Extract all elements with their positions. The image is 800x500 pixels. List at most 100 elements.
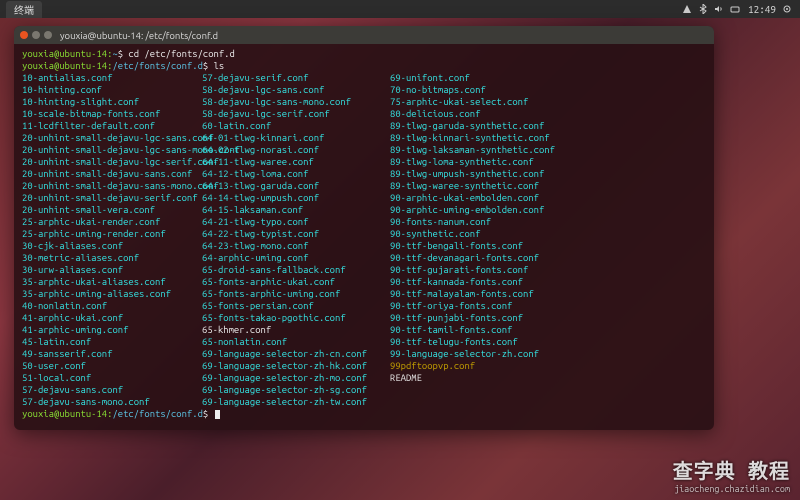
file-entry: 41-arphic-uming.conf <box>22 324 202 336</box>
file-entry: 90-ttf-tamil-fonts.conf <box>390 324 706 336</box>
file-entry: 30-metric-aliases.conf <box>22 252 202 264</box>
file-entry: 90-arphic-ukai-embolden.conf <box>390 192 706 204</box>
watermark-brand: 查字典 教程 <box>673 455 790 484</box>
file-entry: 90-ttf-telugu-fonts.conf <box>390 336 706 348</box>
file-entry: 65-nonlatin.conf <box>202 336 390 348</box>
file-entry: 50-user.conf <box>22 360 202 372</box>
terminal-window: youxia@ubuntu-14: /etc/fonts/conf.d youx… <box>14 26 714 430</box>
file-entry: 65-fonts-arphic-ukai.conf <box>202 276 390 288</box>
file-entry: 89-tlwg-umpush-synthetic.conf <box>390 168 706 180</box>
file-entry: 75-arphic-ukai-select.conf <box>390 96 706 108</box>
file-entry: 58-dejavu-lgc-sans-mono.conf <box>202 96 390 108</box>
file-entry: 10-antialias.conf <box>22 72 202 84</box>
file-entry: 49-sansserif.conf <box>22 348 202 360</box>
file-entry: 64-12-tlwg-loma.conf <box>202 168 390 180</box>
window-title: youxia@ubuntu-14: /etc/fonts/conf.d <box>60 30 218 41</box>
terminal-body[interactable]: youxia@ubuntu-14:~$ cd /etc/fonts/conf.d… <box>14 44 714 430</box>
file-entry: 25-arphic-uming-render.conf <box>22 228 202 240</box>
file-entry: 25-arphic-ukai-render.conf <box>22 216 202 228</box>
gear-icon[interactable] <box>782 4 792 14</box>
prompt-user: youxia@ubuntu-14 <box>22 408 107 419</box>
file-entry: 89-tlwg-garuda-synthetic.conf <box>390 120 706 132</box>
file-entry: 20-unhint-small-dejavu-serif.conf <box>22 192 202 204</box>
file-entry: 64-22-tlwg-typist.conf <box>202 228 390 240</box>
file-entry: 64-02-tlwg-norasi.conf <box>202 144 390 156</box>
file-entry: 10-scale-bitmap-fonts.conf <box>22 108 202 120</box>
file-entry: 90-ttf-kannada-fonts.conf <box>390 276 706 288</box>
file-entry: 64-11-tlwg-waree.conf <box>202 156 390 168</box>
file-entry: 58-dejavu-lgc-sans.conf <box>202 84 390 96</box>
terminal-line: youxia@ubuntu-14:/etc/fonts/conf.d$ <box>22 408 706 420</box>
file-entry: 20-unhint-small-dejavu-sans.conf <box>22 168 202 180</box>
file-entry: 80-delicious.conf <box>390 108 706 120</box>
file-entry: 65-fonts-arphic-uming.conf <box>202 288 390 300</box>
clock[interactable]: 12:49 <box>748 4 776 15</box>
cursor-icon <box>215 410 220 419</box>
file-entry: 35-arphic-ukai-aliases.conf <box>22 276 202 288</box>
file-entry: 69-language-selector-zh-hk.conf <box>202 360 390 372</box>
volume-icon[interactable] <box>714 4 724 14</box>
file-entry: 64-arphic-uming.conf <box>202 252 390 264</box>
file-entry: 20-unhint-small-dejavu-lgc-sans.conf <box>22 132 202 144</box>
file-entry: 40-nonlatin.conf <box>22 300 202 312</box>
file-entry: 41-arphic-ukai.conf <box>22 312 202 324</box>
prompt-user: youxia@ubuntu-14 <box>22 60 107 71</box>
file-entry: 64-21-tlwg-typo.conf <box>202 216 390 228</box>
file-entry: 64-14-tlwg-umpush.conf <box>202 192 390 204</box>
file-entry: 30-urw-aliases.conf <box>22 264 202 276</box>
file-entry: 69-language-selector-zh-sg.conf <box>202 384 390 396</box>
file-entry: 89-tlwg-kinnari-synthetic.conf <box>390 132 706 144</box>
keyboard-icon[interactable] <box>730 4 740 14</box>
file-entry: 65-droid-sans-fallback.conf <box>202 264 390 276</box>
file-entry: 89-tlwg-laksaman-synthetic.conf <box>390 144 706 156</box>
file-entry: 89-tlwg-loma-synthetic.conf <box>390 156 706 168</box>
file-entry: 64-13-tlwg-garuda.conf <box>202 180 390 192</box>
file-entry: 65-fonts-persian.conf <box>202 300 390 312</box>
network-icon[interactable] <box>682 4 692 14</box>
window-titlebar[interactable]: youxia@ubuntu-14: /etc/fonts/conf.d <box>14 26 714 44</box>
file-entry: 20-unhint-small-dejavu-lgc-serif.conf <box>22 156 202 168</box>
os-topbar: 终端 12:49 <box>0 0 800 18</box>
file-entry: 69-language-selector-zh-cn.conf <box>202 348 390 360</box>
file-entry: 57-dejavu-sans-mono.conf <box>22 396 202 408</box>
file-entry: 65-fonts-takao-pgothic.conf <box>202 312 390 324</box>
file-entry: 58-dejavu-lgc-serif.conf <box>202 108 390 120</box>
file-entry: 69-unifont.conf <box>390 72 706 84</box>
prompt-command: cd /etc/fonts/conf.d <box>128 48 234 59</box>
file-entry: 51-local.conf <box>22 372 202 384</box>
maximize-icon[interactable] <box>44 31 52 39</box>
file-entry: 90-fonts-nanum.conf <box>390 216 706 228</box>
system-tray: 12:49 <box>682 4 800 15</box>
file-entry: 64-01-tlwg-kinnari.conf <box>202 132 390 144</box>
terminal-line: youxia@ubuntu-14:/etc/fonts/conf.d$ ls <box>22 60 706 72</box>
watermark-url: jiaocheng.chazidian.com <box>673 484 790 494</box>
bluetooth-icon[interactable] <box>698 4 708 14</box>
file-entry: 90-ttf-oriya-fonts.conf <box>390 300 706 312</box>
file-entry: 89-tlwg-waree-synthetic.conf <box>390 180 706 192</box>
file-entry: 65-khmer.conf <box>202 324 390 336</box>
minimize-icon[interactable] <box>32 31 40 39</box>
file-entry: 45-latin.conf <box>22 336 202 348</box>
ls-output: 10-antialias.conf10-hinting.conf10-hinti… <box>22 72 706 408</box>
file-entry: 90-ttf-punjabi-fonts.conf <box>390 312 706 324</box>
file-entry: 11-lcdfilter-default.conf <box>22 120 202 132</box>
file-entry: 57-dejavu-serif.conf <box>202 72 390 84</box>
file-entry: 64-23-tlwg-mono.conf <box>202 240 390 252</box>
file-entry: 10-hinting.conf <box>22 84 202 96</box>
file-entry: 70-no-bitmaps.conf <box>390 84 706 96</box>
file-entry: 90-ttf-gujarati-fonts.conf <box>390 264 706 276</box>
prompt-command: ls <box>214 60 225 71</box>
prompt-user: youxia@ubuntu-14 <box>22 48 107 59</box>
file-entry: 30-cjk-aliases.conf <box>22 240 202 252</box>
watermark: 查字典 教程 jiaocheng.chazidian.com <box>673 455 790 494</box>
active-app-tab[interactable]: 终端 <box>6 1 42 18</box>
prompt-path: /etc/fonts/conf.d <box>112 60 202 71</box>
close-icon[interactable] <box>20 31 28 39</box>
file-entry: 69-language-selector-zh-mo.conf <box>202 372 390 384</box>
file-entry: 20-unhint-small-dejavu-lgc-sans-mono.con… <box>22 144 202 156</box>
file-entry: 69-language-selector-zh-tw.conf <box>202 396 390 408</box>
file-entry: 20-unhint-small-vera.conf <box>22 204 202 216</box>
file-entry: 99pdftoopvp.conf <box>390 360 706 372</box>
file-entry: 10-hinting-slight.conf <box>22 96 202 108</box>
file-entry: 90-synthetic.conf <box>390 228 706 240</box>
